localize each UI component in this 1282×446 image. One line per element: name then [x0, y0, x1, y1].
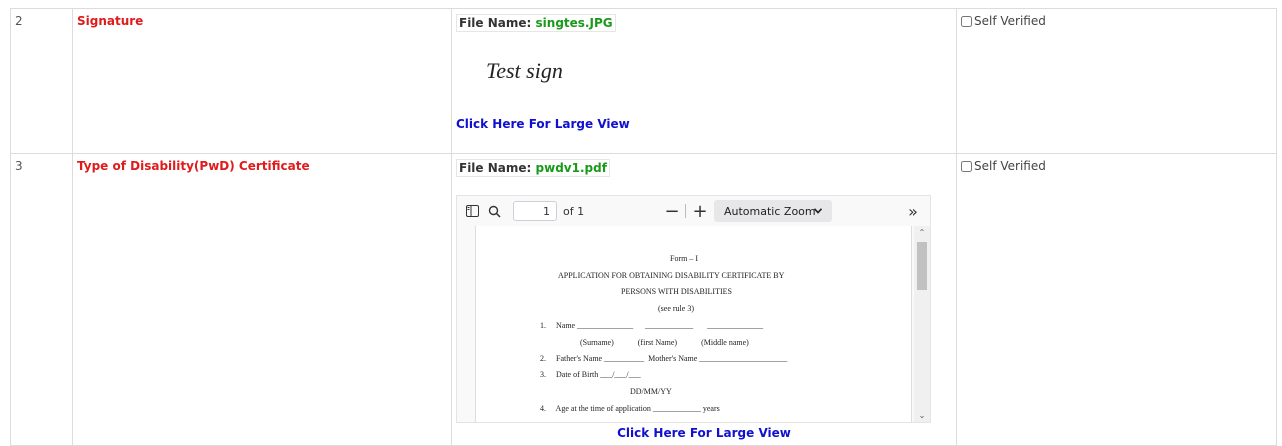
document-name: Type of Disability(PwD) Certificate [77, 159, 310, 173]
pdf-scrollbar[interactable]: ⌃ ⌄ [914, 226, 930, 422]
documents-table: 2 Signature File Name: singtes.JPG Test … [10, 8, 1277, 446]
pdf-page: Form – I APPLICATION FOR OBTAINING DISAB… [475, 226, 912, 422]
page-count: of 1 [563, 204, 585, 218]
zoom-select-value: Automatic Zoom [724, 204, 816, 218]
doc-line: 1. Name ______________ ____________ ____… [540, 321, 764, 330]
file-name-label: File Name: [459, 161, 532, 175]
self-verified-input[interactable] [961, 160, 972, 172]
file-name-label: File Name: [459, 16, 532, 30]
doc-line: (Surname) (first Name) (Middle name) [580, 338, 749, 347]
self-verified-checkbox[interactable]: Self Verified [961, 14, 1272, 28]
page-number-input[interactable] [513, 201, 557, 221]
doc-line: 2. Father's Name __________ Mother's Nam… [540, 354, 788, 363]
scroll-down-icon[interactable]: ⌄ [917, 411, 927, 420]
table-row: 2 Signature File Name: singtes.JPG Test … [10, 8, 1277, 154]
signature-text: Test sign [486, 58, 563, 83]
tools-menu-icon[interactable]: » [902, 200, 924, 222]
doc-line: PERSONS WITH DISABILITIES [621, 287, 732, 296]
sidebar-toggle-icon[interactable] [461, 200, 483, 222]
chevron-down-icon [814, 208, 822, 214]
self-verified-input[interactable] [961, 15, 972, 27]
pdf-toolbar: of 1 − + Automatic Zoom » [457, 196, 930, 226]
self-verified-label: Self Verified [974, 159, 1046, 173]
pdf-page-area: Form – I APPLICATION FOR OBTAINING DISAB… [457, 226, 930, 422]
zoom-in-icon[interactable]: + [689, 200, 711, 222]
signature-image: Test sign [486, 58, 563, 83]
self-verified-label: Self Verified [974, 14, 1046, 28]
serial-number: 3 [10, 153, 73, 446]
doc-line: (see rule 3) [658, 304, 694, 313]
toolbar-divider [685, 204, 686, 218]
self-verified-checkbox[interactable]: Self Verified [961, 159, 1272, 173]
doc-line: DD/MM/YY [630, 387, 672, 396]
pdf-viewer: of 1 − + Automatic Zoom » Form – I APPLI… [456, 195, 931, 423]
doc-line: APPLICATION FOR OBTAINING DISABILITY CER… [558, 271, 785, 280]
file-name-value: pwdv1.pdf [535, 161, 607, 175]
signature-preview: Test sign [456, 32, 952, 117]
file-name-box: File Name: singtes.JPG [456, 14, 616, 32]
document-name: Signature [77, 14, 144, 28]
large-view-link[interactable]: Click Here For Large View [456, 117, 952, 131]
zoom-out-icon[interactable]: − [661, 200, 683, 222]
doc-line: 4. Age at the time of application ______… [540, 404, 720, 413]
doc-line: Form – I [670, 254, 698, 263]
zoom-select[interactable]: Automatic Zoom [714, 200, 832, 222]
table-row: 3 Type of Disability(PwD) Certificate Fi… [10, 153, 1277, 446]
file-name-box: File Name: pwdv1.pdf [456, 159, 610, 177]
scroll-up-icon[interactable]: ⌃ [917, 228, 927, 237]
serial-number: 2 [10, 8, 73, 154]
doc-line: 3. Date of Birth ___/___/___ [540, 370, 641, 379]
scrollbar-thumb[interactable] [917, 242, 927, 290]
search-icon[interactable] [483, 200, 505, 222]
large-view-link[interactable]: Click Here For Large View [456, 426, 952, 440]
file-name-value: singtes.JPG [535, 16, 613, 30]
